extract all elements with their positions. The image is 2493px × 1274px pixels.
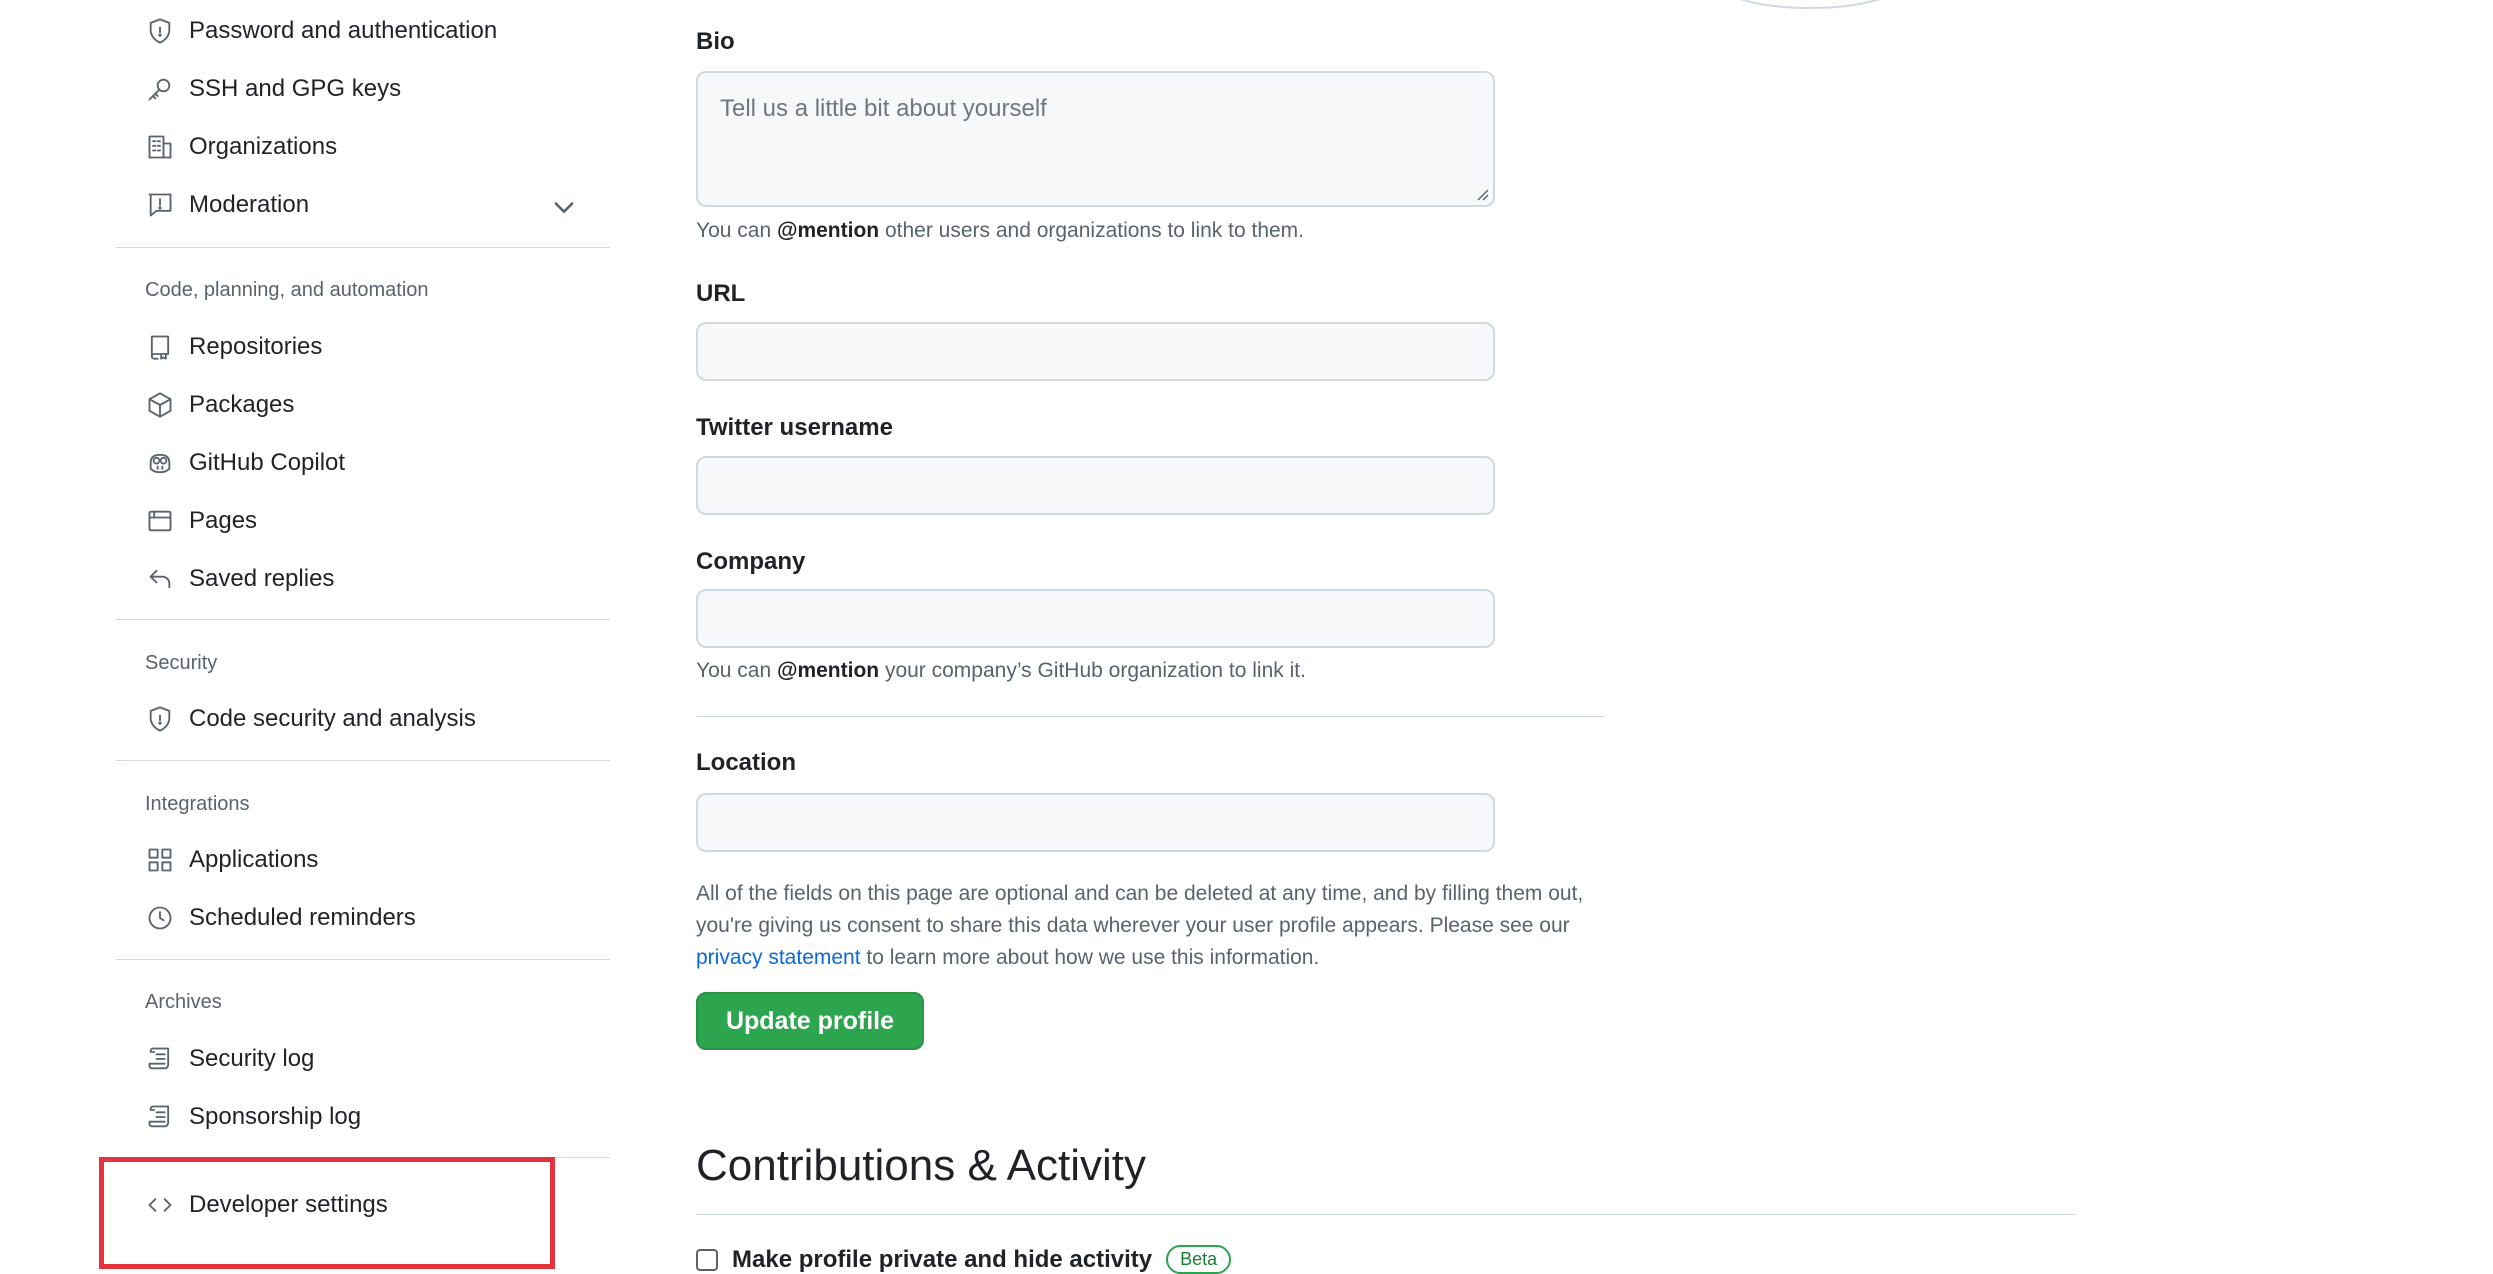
twitter-label: Twitter username bbox=[696, 414, 893, 441]
sidebar-item-label: Pages bbox=[189, 507, 258, 534]
sidebar-heading-integrations: Integrations bbox=[145, 793, 250, 815]
clock-icon bbox=[145, 903, 175, 933]
contributions-title: Contributions & Activity bbox=[696, 1141, 1146, 1190]
section-divider bbox=[696, 1214, 2076, 1215]
sidebar-divider bbox=[116, 247, 610, 248]
bio-label: Bio bbox=[696, 28, 735, 55]
report-icon bbox=[145, 190, 175, 220]
bio-help: You can @mention other users and organiz… bbox=[696, 219, 1305, 242]
sidebar-item-packages[interactable]: Packages bbox=[145, 380, 294, 430]
sidebar-item-label: Packages bbox=[189, 391, 295, 418]
company-input[interactable] bbox=[696, 589, 1495, 648]
sidebar-item-label: Moderation bbox=[189, 191, 310, 218]
sidebar-item-scheduled-reminders[interactable]: Scheduled reminders bbox=[145, 893, 416, 943]
sidebar-item-label: Password and authentication bbox=[189, 17, 498, 44]
private-profile-label[interactable]: Make profile private and hide activity bbox=[732, 1246, 1152, 1274]
private-profile-row: Make profile private and hide activity B… bbox=[696, 1245, 1232, 1274]
sidebar-item-code-security[interactable]: Code security and analysis bbox=[145, 694, 476, 744]
sidebar-item-pages[interactable]: Pages bbox=[145, 496, 257, 546]
form-divider bbox=[696, 716, 1604, 717]
sidebar-divider bbox=[116, 959, 610, 960]
apps-icon bbox=[145, 845, 175, 875]
copilot-icon bbox=[145, 448, 175, 478]
browser-icon bbox=[145, 506, 175, 536]
log-icon bbox=[145, 1044, 175, 1074]
url-input[interactable] bbox=[696, 322, 1495, 381]
bio-placeholder: Tell us a little bit about yourself bbox=[720, 95, 1047, 122]
sidebar-divider bbox=[116, 760, 610, 761]
private-profile-checkbox[interactable] bbox=[696, 1248, 718, 1271]
sidebar-item-label: Code security and analysis bbox=[189, 705, 476, 732]
sidebar-item-github-copilot[interactable]: GitHub Copilot bbox=[145, 438, 345, 488]
sidebar-item-label: SSH and GPG keys bbox=[189, 75, 402, 102]
sidebar-item-label: Saved replies bbox=[189, 565, 335, 592]
avatar bbox=[1660, 0, 1920, 10]
sidebar-item-label: Organizations bbox=[189, 133, 338, 160]
resize-handle-icon[interactable] bbox=[1473, 185, 1489, 201]
sidebar-item-password-authentication[interactable]: Password and authentication bbox=[145, 6, 497, 56]
company-help: You can @mention your company’s GitHub o… bbox=[696, 659, 1306, 682]
sidebar-item-label: GitHub Copilot bbox=[189, 449, 346, 476]
sidebar-item-repositories[interactable]: Repositories bbox=[145, 322, 322, 372]
sidebar-item-label: Security log bbox=[189, 1045, 315, 1072]
location-label: Location bbox=[696, 749, 796, 776]
sidebar-item-label: Applications bbox=[189, 846, 319, 873]
privacy-statement-link[interactable]: privacy statement bbox=[696, 946, 861, 969]
sidebar-divider bbox=[116, 619, 610, 620]
url-label: URL bbox=[696, 280, 746, 307]
sidebar-heading-archives: Archives bbox=[145, 991, 222, 1013]
sidebar-item-saved-replies[interactable]: Saved replies bbox=[145, 554, 334, 604]
bio-textarea[interactable]: Tell us a little bit about yourself bbox=[696, 71, 1495, 207]
consent-text: All of the fields on this page are optio… bbox=[696, 882, 1584, 969]
package-icon bbox=[145, 390, 175, 420]
update-profile-button[interactable]: Update profile bbox=[696, 992, 924, 1050]
log-icon bbox=[145, 1102, 175, 1132]
sidebar-heading-security: Security bbox=[145, 652, 218, 674]
repo-icon bbox=[145, 332, 175, 362]
sidebar-item-organizations[interactable]: Organizations bbox=[145, 122, 337, 172]
sidebar-item-label: Sponsorship log bbox=[189, 1103, 362, 1130]
sidebar-item-label: Scheduled reminders bbox=[189, 904, 416, 931]
sidebar-item-security-log[interactable]: Security log bbox=[145, 1034, 314, 1084]
company-label: Company bbox=[696, 548, 806, 575]
organization-icon bbox=[145, 132, 175, 162]
sidebar-item-applications[interactable]: Applications bbox=[145, 835, 318, 885]
reply-icon bbox=[145, 564, 175, 594]
chevron-down-icon[interactable] bbox=[550, 193, 578, 221]
sidebar-heading-code-planning: Code, planning, and automation bbox=[145, 279, 429, 301]
key-icon bbox=[145, 74, 175, 104]
sidebar-item-sponsorship-log[interactable]: Sponsorship log bbox=[145, 1092, 361, 1142]
sidebar-item-label: Repositories bbox=[189, 333, 323, 360]
shield-lock-icon bbox=[145, 704, 175, 734]
highlight-box bbox=[99, 1157, 555, 1269]
sidebar-item-ssh-gpg-keys[interactable]: SSH and GPG keys bbox=[145, 64, 401, 114]
shield-lock-icon bbox=[145, 16, 175, 46]
twitter-input[interactable] bbox=[696, 456, 1495, 515]
location-input[interactable] bbox=[696, 793, 1495, 852]
sidebar-item-moderation[interactable]: Moderation bbox=[145, 180, 309, 230]
beta-badge: Beta bbox=[1166, 1245, 1232, 1274]
